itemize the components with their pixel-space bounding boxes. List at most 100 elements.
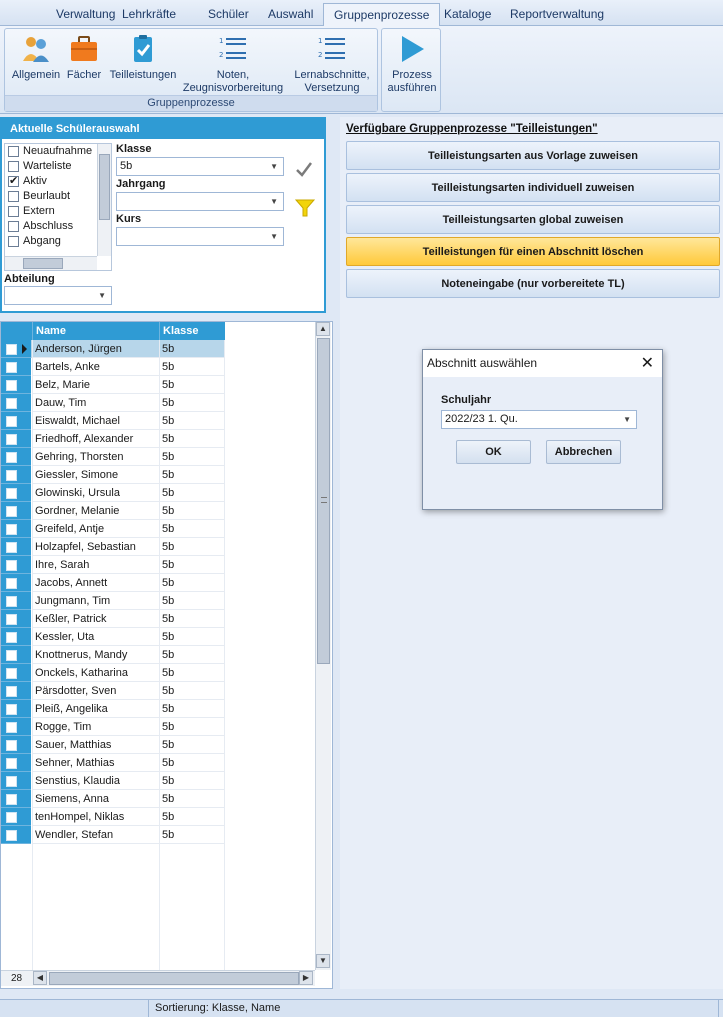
cell-klasse[interactable]: 5b [159,592,225,610]
cell-klasse[interactable]: 5b [159,682,225,700]
table-row[interactable]: Keßler, Patrick 5b [1,610,225,628]
row-checkbox[interactable] [6,416,17,427]
table-row[interactable]: Pleiß, Angelika 5b [1,700,225,718]
cell-klasse[interactable]: 5b [159,700,225,718]
process-button-individuell[interactable]: Teilleistungsarten individuell zuweisen [346,173,720,202]
row-indicator[interactable] [1,718,31,736]
table-row[interactable]: Senstius, Klaudia 5b [1,772,225,790]
row-checkbox[interactable] [6,722,17,733]
row-indicator[interactable] [1,826,31,844]
row-checkbox[interactable] [6,740,17,751]
tab-lehrkraefte[interactable]: Lehrkräfte [112,3,186,26]
row-indicator[interactable] [1,466,31,484]
row-checkbox[interactable] [6,614,17,625]
cell-klasse[interactable]: 5b [159,484,225,502]
process-button-global[interactable]: Teilleistungsarten global zuweisen [346,205,720,234]
table-row[interactable]: Sehner, Mathias 5b [1,754,225,772]
cell-name[interactable]: Rogge, Tim [32,718,159,736]
cell-name[interactable]: Ihre, Sarah [32,556,159,574]
row-indicator[interactable] [1,736,31,754]
row-checkbox[interactable] [6,686,17,697]
table-row[interactable]: Onckels, Katharina 5b [1,664,225,682]
row-checkbox[interactable] [6,506,17,517]
row-indicator[interactable] [1,700,31,718]
close-icon[interactable]: ✕ [641,350,654,377]
row-checkbox[interactable] [6,524,17,535]
table-row[interactable]: Belz, Marie 5b [1,376,225,394]
row-checkbox[interactable] [6,452,17,463]
prozess-ausfuehren-button[interactable]: Prozess ausführen [384,33,440,95]
allgemein-button[interactable]: Allgemein [9,33,63,82]
cell-klasse[interactable]: 5b [159,736,225,754]
checkbox[interactable] [8,236,19,247]
cell-klasse[interactable]: 5b [159,808,225,826]
kurs-combo[interactable]: ▼ [116,227,284,246]
row-indicator[interactable] [1,808,31,826]
cell-name[interactable]: Friedhoff, Alexander [32,430,159,448]
cell-klasse[interactable]: 5b [159,772,225,790]
row-indicator[interactable] [1,430,31,448]
table-row[interactable]: Holzapfel, Sebastian 5b [1,538,225,556]
table-row[interactable]: Siemens, Anna 5b [1,790,225,808]
cell-name[interactable]: Holzapfel, Sebastian [32,538,159,556]
row-checkbox[interactable] [6,668,17,679]
row-indicator[interactable] [1,610,31,628]
cell-klasse[interactable]: 5b [159,412,225,430]
noten-button[interactable]: 1 2 Noten, Zeugnisvorbereitung [181,33,285,95]
jahrgang-combo[interactable]: ▼ [116,192,284,211]
table-row[interactable]: Pärsdotter, Sven 5b [1,682,225,700]
cell-klasse[interactable]: 5b [159,610,225,628]
cell-klasse[interactable]: 5b [159,520,225,538]
row-indicator[interactable] [1,646,31,664]
row-indicator[interactable] [1,628,31,646]
table-row[interactable]: Wendler, Stefan 5b [1,826,225,844]
cell-name[interactable]: Siemens, Anna [32,790,159,808]
cell-klasse[interactable]: 5b [159,574,225,592]
table-row[interactable]: Greifeld, Antje 5b [1,520,225,538]
row-checkbox[interactable] [6,578,17,589]
row-indicator[interactable] [1,556,31,574]
process-button-vorlage[interactable]: Teilleistungsarten aus Vorlage zuweisen [346,141,720,170]
checkbox[interactable] [8,221,19,232]
table-row[interactable]: Bartels, Anke 5b [1,358,225,376]
checkbox[interactable] [8,206,19,217]
scroll-left-icon[interactable]: ◀ [33,971,47,985]
row-indicator[interactable] [1,772,31,790]
cell-name[interactable]: Bartels, Anke [32,358,159,376]
row-checkbox[interactable] [6,470,17,481]
row-indicator[interactable] [1,682,31,700]
row-indicator[interactable] [1,574,31,592]
row-checkbox[interactable] [6,704,17,715]
status-item-aktiv[interactable]: ✔ Aktiv [5,174,111,189]
table-row[interactable]: tenHompel, Niklas 5b [1,808,225,826]
checkbox[interactable] [8,146,19,157]
cell-klasse[interactable]: 5b [159,826,225,844]
table-row[interactable]: Eiswaldt, Michael 5b [1,412,225,430]
table-row[interactable]: Glowinski, Ursula 5b [1,484,225,502]
row-checkbox[interactable] [6,830,17,841]
table-row[interactable]: Gehring, Thorsten 5b [1,448,225,466]
row-checkbox[interactable] [6,632,17,643]
cell-name[interactable]: Jungmann, Tim [32,592,159,610]
table-row[interactable]: Dauw, Tim 5b [1,394,225,412]
row-checkbox[interactable] [6,596,17,607]
cell-name[interactable]: Knottnerus, Mandy [32,646,159,664]
status-item-warteliste[interactable]: Warteliste [5,159,111,174]
ok-button[interactable]: OK [456,440,531,464]
status-item-neuaufnahme[interactable]: Neuaufnahme [5,144,111,159]
cell-name[interactable]: Wendler, Stefan [32,826,159,844]
cell-name[interactable]: Jacobs, Annett [32,574,159,592]
cell-name[interactable]: Gordner, Melanie [32,502,159,520]
process-button-noteneingabe[interactable]: Noteneingabe (nur vorbereitete TL) [346,269,720,298]
scroll-right-icon[interactable]: ▶ [299,971,313,985]
table-row[interactable]: Ihre, Sarah 5b [1,556,225,574]
cell-name[interactable]: Greifeld, Antje [32,520,159,538]
checkbox[interactable] [8,191,19,202]
row-checkbox[interactable] [6,560,17,571]
cell-klasse[interactable]: 5b [159,646,225,664]
row-indicator[interactable] [1,754,31,772]
cell-name[interactable]: tenHompel, Niklas [32,808,159,826]
cell-klasse[interactable]: 5b [159,448,225,466]
row-indicator[interactable] [1,358,31,376]
row-checkbox[interactable] [6,758,17,769]
